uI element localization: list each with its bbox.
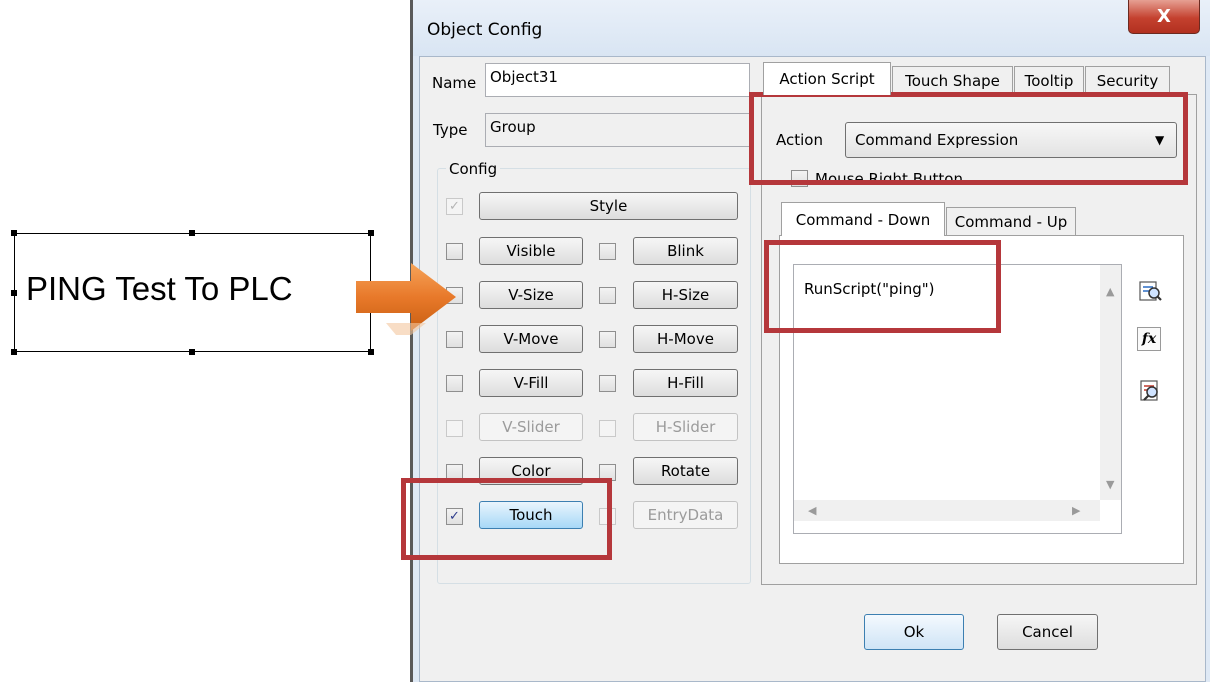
resize-handle-bl[interactable] [11,349,17,355]
style-checkbox: ✓ [446,198,463,215]
selected-object-text: PING Test To PLC [26,270,293,307]
hfill-button[interactable]: H-Fill [633,369,738,397]
vslider-button: V-Slider [479,413,583,441]
scroll-down-icon[interactable]: ▼ [1106,478,1114,491]
type-field: Group [485,113,750,147]
cancel-button[interactable]: Cancel [997,614,1098,650]
vslider-checkbox [446,420,463,437]
dialog-title: Object Config [427,20,543,40]
tab-command-down[interactable]: Command - Down [781,202,945,236]
blink-checkbox[interactable] [599,243,616,260]
tab-action-script[interactable]: Action Script [763,62,891,95]
hsize-checkbox[interactable] [599,287,616,304]
resize-handle-br[interactable] [368,349,374,355]
arrow-right-icon [356,263,456,335]
vmove-button[interactable]: V-Move [479,325,583,353]
hfill-checkbox[interactable] [599,375,616,392]
resize-handle-ml[interactable] [11,290,17,296]
find-replace-icon[interactable] [1137,378,1163,404]
type-label: Type [433,121,468,139]
config-group-label: Config [446,160,501,178]
name-field[interactable]: Object31 [485,63,750,97]
scroll-right-icon[interactable]: ▶ [1072,504,1080,517]
name-field-value: Object31 [490,68,558,86]
visible-checkbox[interactable] [446,243,463,260]
hmove-checkbox[interactable] [599,331,616,348]
resize-handle-tm[interactable] [189,230,195,236]
hsize-button[interactable]: H-Size [633,281,738,309]
tab-tooltip[interactable]: Tooltip [1014,66,1084,95]
editor-horizontal-scrollbar[interactable] [794,500,1100,521]
visible-button[interactable]: Visible [479,237,583,265]
vsize-button[interactable]: V-Size [479,281,583,309]
vfill-button[interactable]: V-Fill [479,369,583,397]
tab-command-up[interactable]: Command - Up [946,207,1076,236]
hslider-checkbox [599,420,616,437]
scroll-up-icon[interactable]: ▲ [1106,285,1114,298]
highlight-box-touch [401,478,612,560]
blink-button[interactable]: Blink [633,237,738,265]
tab-touch-shape[interactable]: Touch Shape [892,66,1013,95]
function-fx-icon[interactable]: fx [1137,327,1161,351]
hmove-button[interactable]: H-Move [633,325,738,353]
highlight-box-script [764,240,1001,333]
type-field-value: Group [490,118,536,136]
vfill-checkbox[interactable] [446,375,463,392]
resize-handle-tr[interactable] [368,230,374,236]
editor-vertical-scrollbar[interactable] [1100,265,1121,500]
resize-handle-bm[interactable] [189,349,195,355]
close-button[interactable]: X [1128,0,1200,34]
rotate-button[interactable]: Rotate [633,457,738,485]
highlight-box-action [749,92,1188,185]
ok-button[interactable]: Ok [864,614,964,650]
scroll-left-icon[interactable]: ◀ [808,504,816,517]
name-label: Name [432,74,477,92]
resize-handle-tl[interactable] [11,230,17,236]
entrydata-button: EntryData [633,501,738,529]
tag-browser-icon[interactable] [1137,278,1163,304]
hslider-button: H-Slider [633,413,738,441]
style-button[interactable]: Style [479,192,738,220]
tab-security[interactable]: Security [1085,66,1170,95]
